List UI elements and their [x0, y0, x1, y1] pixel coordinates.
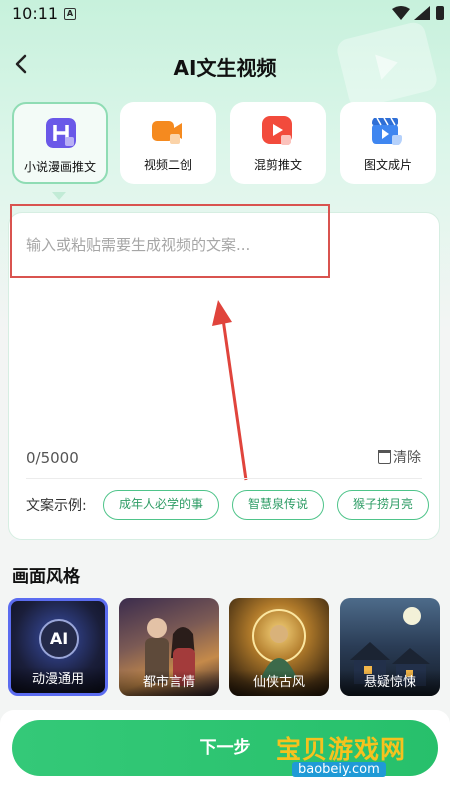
style-section-title: 画面风格: [12, 567, 80, 587]
style-label: 动漫通用: [11, 667, 105, 693]
wifi-icon: [392, 6, 410, 20]
style-card-anime[interactable]: AI 动漫通用: [8, 598, 108, 696]
ai-badge: AI: [39, 619, 79, 659]
h-badge-icon: [46, 118, 76, 148]
watermark-url: baobeiy.com: [292, 762, 386, 777]
tab-label: 图文成片: [363, 158, 412, 172]
tab-label: 小说漫画推文: [23, 160, 96, 174]
tab-video-remix[interactable]: 视频二创: [120, 102, 216, 184]
site-watermark: 宝贝游戏网 baobeiy.com: [276, 728, 426, 784]
style-card-urban-romance[interactable]: 都市言情: [119, 598, 219, 696]
style-label: 悬疑惊悚: [340, 670, 440, 696]
tab-label: 视频二创: [143, 158, 192, 172]
watermark-text: 宝贝游戏网: [276, 735, 407, 764]
tab-label: 混剪推文: [253, 158, 302, 172]
red-pointer-arrow-icon: [212, 300, 248, 481]
tab-mix-cut[interactable]: 混剪推文: [230, 102, 326, 184]
tab-image-video[interactable]: 图文成片: [340, 102, 436, 184]
style-label: 仙侠古风: [229, 670, 329, 696]
clear-label: 清除: [393, 450, 421, 466]
tab-novel-comic[interactable]: 小说漫画推文: [12, 102, 108, 184]
clear-button[interactable]: 清除: [378, 447, 421, 467]
status-bar: 10:11 A: [0, 0, 450, 28]
style-card-suspense[interactable]: 悬疑惊悚: [340, 598, 440, 696]
trash-icon: [378, 450, 391, 464]
play-icon: [262, 116, 292, 145]
script-input-placeholder[interactable]: 输入或粘贴需要生成视频的文案...: [26, 234, 250, 255]
signal-icon: [414, 6, 430, 20]
status-time: 10:11: [12, 4, 59, 23]
example-chip[interactable]: 成年人必学的事: [103, 490, 219, 520]
style-card-xianxia[interactable]: 仙侠古风: [229, 598, 329, 696]
notification-icon: A: [64, 8, 76, 20]
divider: [26, 478, 422, 479]
page-title: AI文生视频: [173, 56, 277, 80]
clapperboard-icon: [372, 117, 402, 145]
active-tab-pointer: [52, 192, 66, 200]
style-label: 都市言情: [119, 670, 219, 696]
examples-label: 文案示例:: [26, 498, 87, 514]
example-chip[interactable]: 智慧泉传说: [232, 490, 324, 520]
char-counter: 0/5000: [26, 449, 79, 467]
battery-icon: [436, 6, 444, 20]
video-camera-icon: [152, 121, 182, 144]
example-chip[interactable]: 猴子捞月亮: [337, 490, 429, 520]
